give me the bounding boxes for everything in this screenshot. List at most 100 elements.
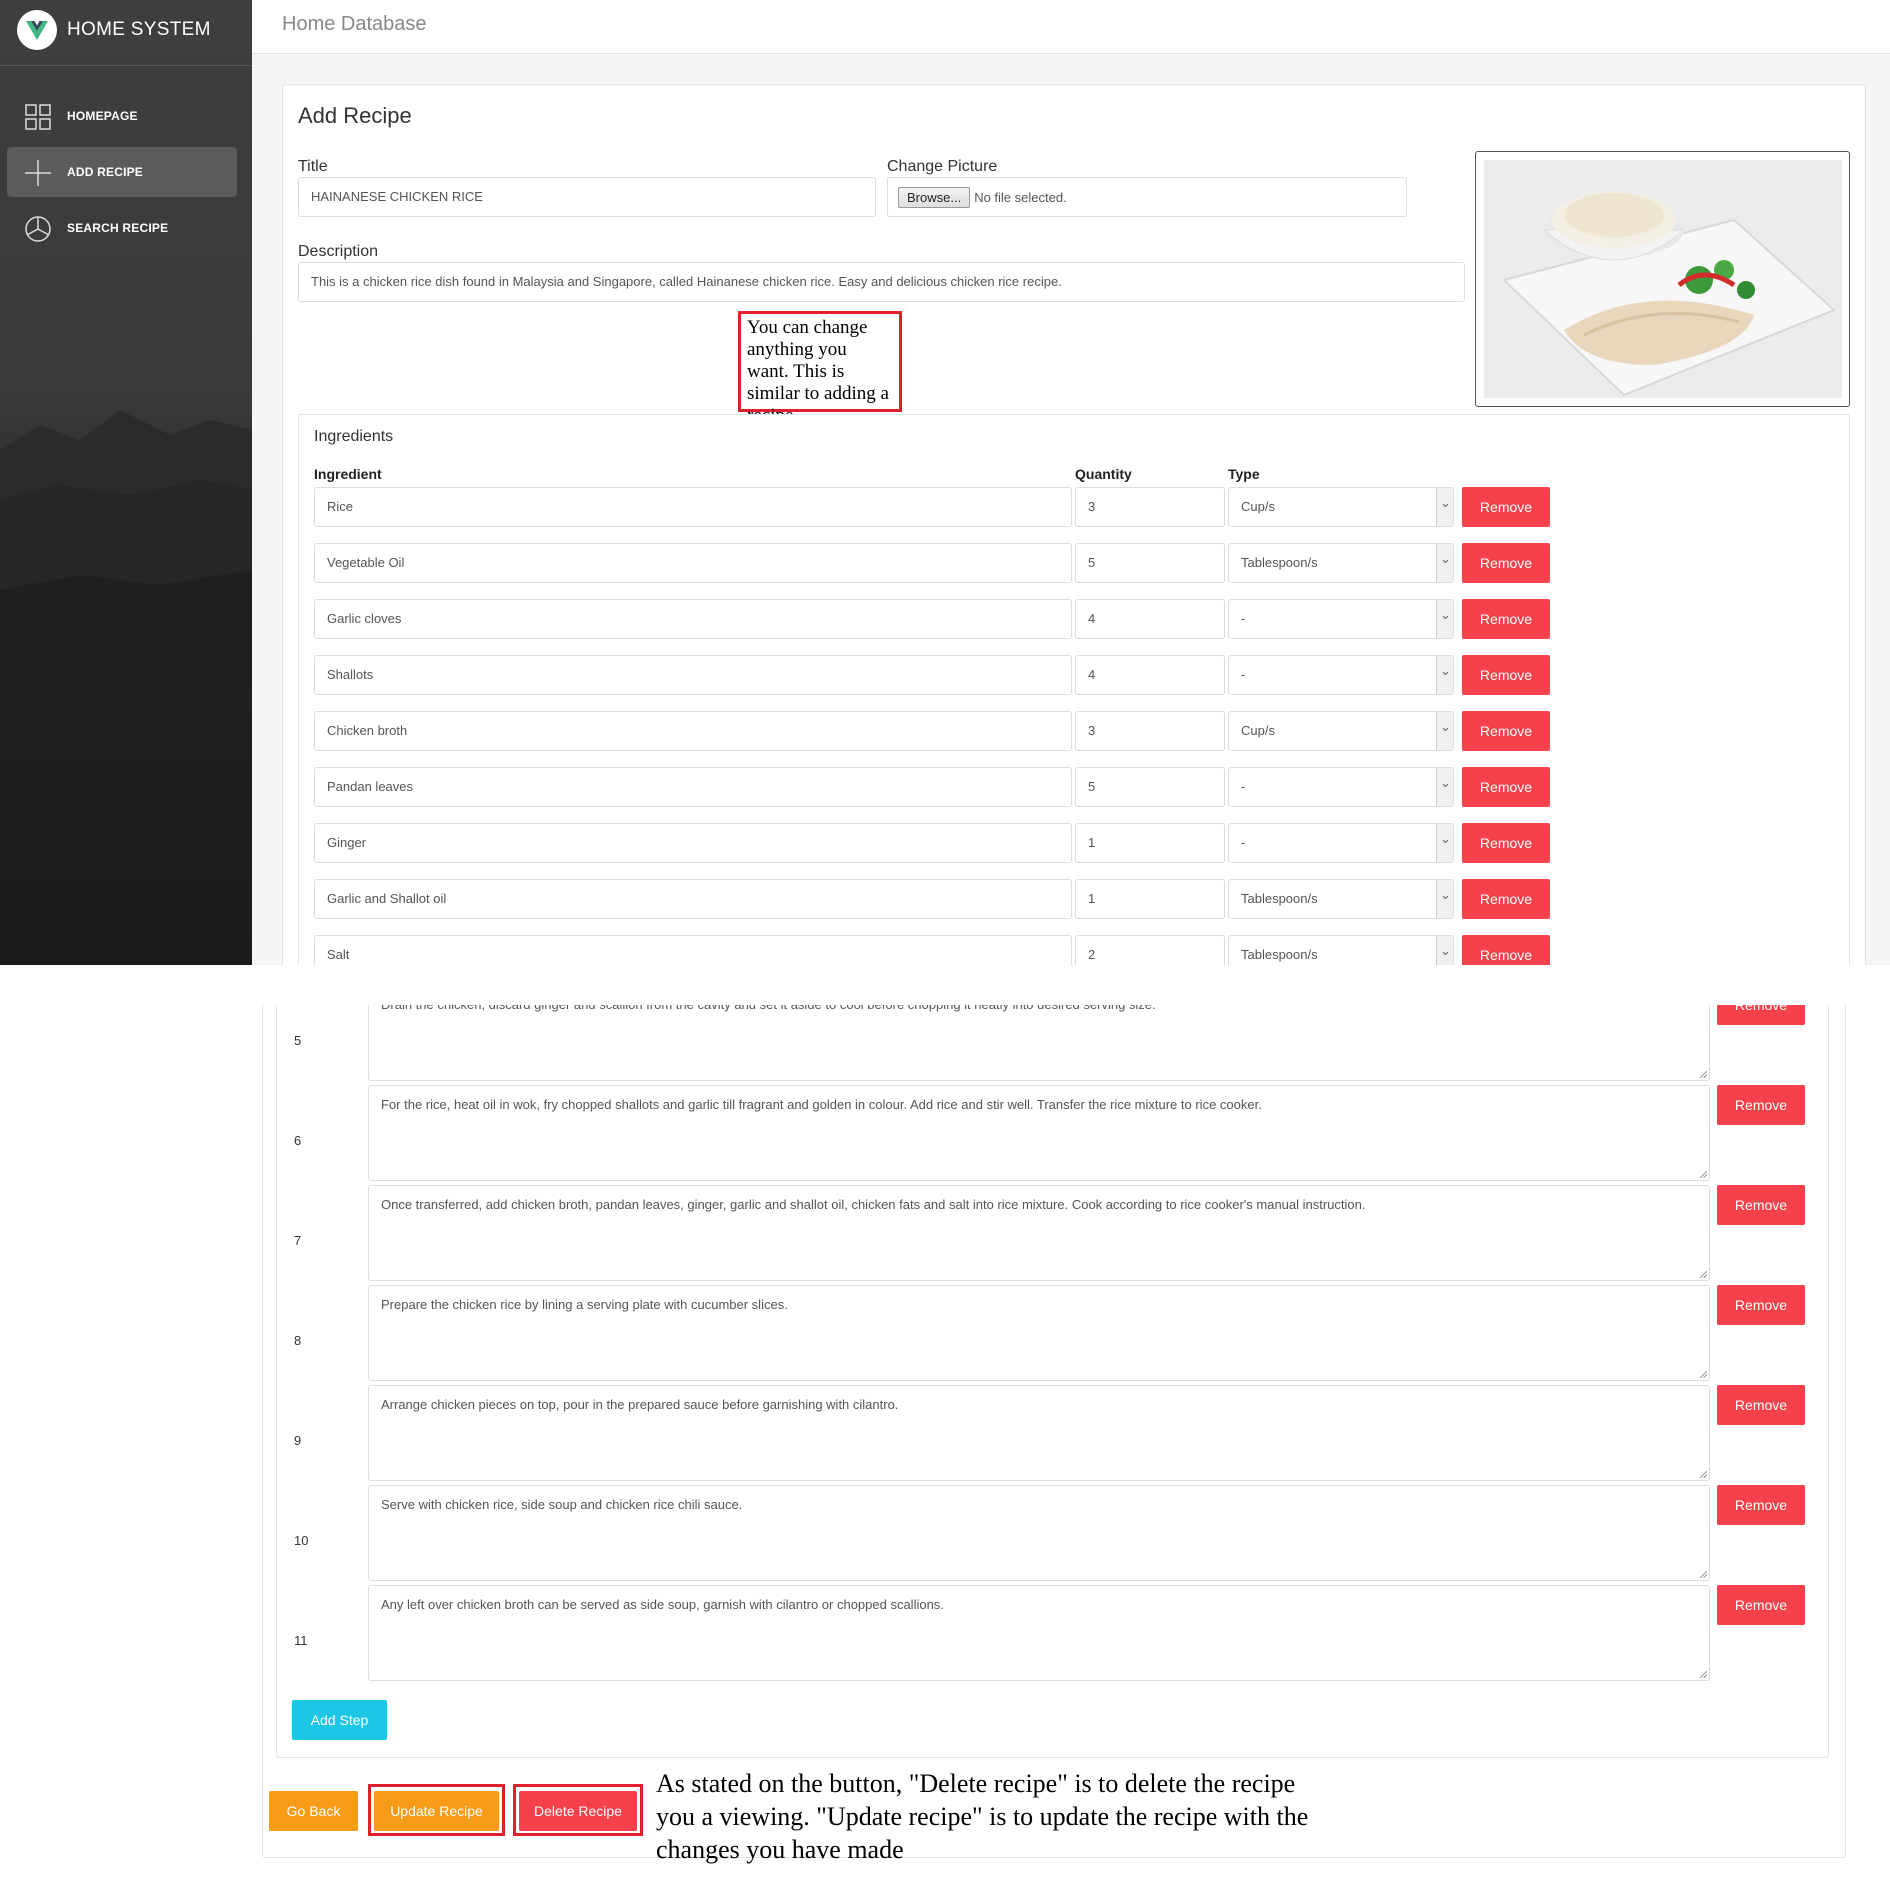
title-input[interactable]: HAINANESE CHICKEN RICE bbox=[298, 177, 876, 217]
ingredient-quantity-input[interactable]: 5 bbox=[1075, 543, 1225, 583]
step-textarea[interactable]: Drain the chicken, discard ginger and sc… bbox=[368, 1005, 1710, 1081]
remove-step-button[interactable]: Remove bbox=[1717, 1185, 1805, 1225]
remove-ingredient-button[interactable]: Remove bbox=[1462, 655, 1550, 695]
ingredient-name-input[interactable]: Vegetable Oil bbox=[314, 543, 1072, 583]
file-input[interactable]: Browse... No file selected. bbox=[887, 177, 1407, 217]
ingredient-type-value: Tablespoon/s bbox=[1241, 947, 1318, 962]
annotation-note: As stated on the button, "Delete recipe"… bbox=[656, 1769, 1309, 1864]
remove-step-button[interactable]: Remove bbox=[1717, 1485, 1805, 1525]
ingredient-quantity-input[interactable]: 1 bbox=[1075, 823, 1225, 863]
ingredient-name-input[interactable]: Shallots bbox=[314, 655, 1072, 695]
chevron-down-icon bbox=[1436, 824, 1453, 862]
ingredient-quantity-input[interactable]: 3 bbox=[1075, 487, 1225, 527]
chevron-down-icon bbox=[1436, 600, 1453, 638]
ingredient-type-value: Tablespoon/s bbox=[1241, 891, 1318, 906]
chevron-down-icon bbox=[1436, 768, 1453, 806]
step-number: 9 bbox=[294, 1433, 302, 1448]
chevron-down-icon bbox=[1436, 488, 1453, 526]
step-number: 5 bbox=[294, 1033, 302, 1048]
ingredient-type-select[interactable]: - bbox=[1228, 655, 1454, 695]
sidebar-item-homepage[interactable]: HOMEPAGE bbox=[7, 91, 237, 141]
step-number: 8 bbox=[294, 1333, 302, 1348]
remove-ingredient-button[interactable]: Remove bbox=[1462, 711, 1550, 751]
ingredient-name-input[interactable]: Pandan leaves bbox=[314, 767, 1072, 807]
chevron-down-icon bbox=[1436, 656, 1453, 694]
step-textarea[interactable]: Arrange chicken pieces on top, pour in t… bbox=[368, 1385, 1710, 1481]
ingredient-type-value: Tablespoon/s bbox=[1241, 555, 1318, 570]
ingredient-name-input[interactable]: Garlic cloves bbox=[314, 599, 1072, 639]
remove-ingredient-button[interactable]: Remove bbox=[1462, 879, 1550, 919]
add-step-button[interactable]: Add Step bbox=[292, 1700, 387, 1740]
remove-step-button[interactable]: Remove bbox=[1717, 1085, 1805, 1125]
remove-step-button[interactable]: Remove bbox=[1717, 1285, 1805, 1325]
remove-ingredient-button[interactable]: Remove bbox=[1462, 599, 1550, 639]
ingredient-type-select[interactable]: - bbox=[1228, 767, 1454, 807]
update-recipe-button[interactable]: Update Recipe bbox=[374, 1791, 499, 1831]
ingredient-name-input[interactable]: Garlic and Shallot oil bbox=[314, 879, 1072, 919]
remove-step-button[interactable]: Remove bbox=[1717, 1005, 1805, 1025]
sidebar-item-add-recipe[interactable]: ADD RECIPE bbox=[7, 147, 237, 197]
delete-recipe-button[interactable]: Delete Recipe bbox=[519, 1791, 637, 1831]
ingredient-type-value: - bbox=[1241, 835, 1246, 850]
step-number: 7 bbox=[294, 1233, 302, 1248]
sidebar-item-search-recipe[interactable]: SEARCH RECIPE bbox=[7, 203, 237, 253]
ingredient-row: Garlic and Shallot oil1 Tablespoon/s Remov… bbox=[314, 879, 1554, 919]
grid-icon bbox=[25, 104, 51, 130]
ingredient-name-input[interactable]: Chicken broth bbox=[314, 711, 1072, 751]
remove-ingredient-button[interactable]: Remove bbox=[1462, 487, 1550, 527]
step-textarea[interactable]: For the rice, heat oil in wok, fry chopp… bbox=[368, 1085, 1710, 1181]
description-input[interactable]: This is a chicken rice dish found in Mal… bbox=[298, 262, 1465, 302]
ingredient-type-select[interactable]: Cup/s bbox=[1228, 487, 1454, 527]
ingredient-row: Ginger1 - Remove bbox=[314, 823, 1554, 863]
ingredient-row: Salt2 Tablespoon/s Remove bbox=[314, 935, 1554, 965]
ingredient-quantity-input[interactable]: 4 bbox=[1075, 599, 1225, 639]
remove-ingredient-button[interactable]: Remove bbox=[1462, 935, 1550, 965]
pie-chart-icon bbox=[25, 216, 51, 242]
remove-ingredient-button[interactable]: Remove bbox=[1462, 543, 1550, 583]
bottom-screenshot: 5 Drain the chicken, discard ginger and s… bbox=[0, 1005, 1890, 1902]
ingredient-name-input[interactable]: Rice bbox=[314, 487, 1072, 527]
ingredient-type-select[interactable]: Tablespoon/s bbox=[1228, 935, 1454, 965]
card-heading: Add Recipe bbox=[298, 103, 412, 128]
title-label: Title bbox=[298, 158, 328, 175]
step-textarea[interactable]: Prepare the chicken rice by lining a ser… bbox=[368, 1285, 1710, 1381]
annotation-note: You can change anything you want. This i… bbox=[738, 311, 902, 426]
brand[interactable]: HOME SYSTEM bbox=[0, 0, 252, 66]
sidebar-item-label: HOMEPAGE bbox=[67, 109, 138, 123]
go-back-button[interactable]: Go Back bbox=[269, 1791, 358, 1831]
step-textarea[interactable]: Any left over chicken broth can be serve… bbox=[368, 1585, 1710, 1681]
ingredient-quantity-input[interactable]: 5 bbox=[1075, 767, 1225, 807]
browse-button[interactable]: Browse... bbox=[898, 187, 971, 209]
ingredient-name-input[interactable]: Salt bbox=[314, 935, 1072, 965]
step-textarea[interactable]: Serve with chicken rice, side soup and c… bbox=[368, 1485, 1710, 1581]
ingredient-row: Pandan leaves5 - Remove bbox=[314, 767, 1554, 807]
change-picture-label: Change Picture bbox=[887, 158, 998, 175]
ingredient-type-select[interactable]: - bbox=[1228, 823, 1454, 863]
chicken-rice-photo bbox=[1484, 160, 1842, 398]
step-row: 5 Drain the chicken, discard ginger and s… bbox=[280, 1005, 1810, 1081]
remove-ingredient-button[interactable]: Remove bbox=[1462, 823, 1550, 863]
ingredient-type-select[interactable]: - bbox=[1228, 599, 1454, 639]
ingredients-title: Ingredients bbox=[314, 428, 394, 445]
ingredient-type-select[interactable]: Cup/s bbox=[1228, 711, 1454, 751]
remove-step-button[interactable]: Remove bbox=[1717, 1585, 1805, 1625]
step-row: 6 For the rice, heat oil in wok, fry chop… bbox=[280, 1085, 1810, 1181]
remove-step-button[interactable]: Remove bbox=[1717, 1385, 1805, 1425]
ingredient-name-input[interactable]: Ginger bbox=[314, 823, 1072, 863]
ingredient-type-select[interactable]: Tablespoon/s bbox=[1228, 879, 1454, 919]
step-textarea[interactable]: Once transferred, add chicken broth, pan… bbox=[368, 1185, 1710, 1281]
ingredient-quantity-input[interactable]: 4 bbox=[1075, 655, 1225, 695]
ingredient-quantity-input[interactable]: 2 bbox=[1075, 935, 1225, 965]
sidebar: HOME SYSTEM HOMEPAGE ADD RECIPE SEARCH R… bbox=[0, 0, 252, 965]
ingredient-quantity-input[interactable]: 3 bbox=[1075, 711, 1225, 751]
ingredient-type-select[interactable]: Tablespoon/s bbox=[1228, 543, 1454, 583]
ingredient-row: Shallots4 - Remove bbox=[314, 655, 1554, 695]
ingredient-quantity-input[interactable]: 1 bbox=[1075, 879, 1225, 919]
ingredient-column-header: Ingredient bbox=[314, 466, 382, 482]
step-row: 9 Arrange chicken pieces on top, pour in … bbox=[280, 1385, 1810, 1481]
remove-ingredient-button[interactable]: Remove bbox=[1462, 767, 1550, 807]
chevron-down-icon bbox=[1436, 936, 1453, 965]
type-column-header: Type bbox=[1228, 466, 1260, 482]
step-row: 10 Serve with chicken rice, side soup and… bbox=[280, 1485, 1810, 1581]
step-row: 7 Once transferred, add chicken broth, pa… bbox=[280, 1185, 1810, 1281]
